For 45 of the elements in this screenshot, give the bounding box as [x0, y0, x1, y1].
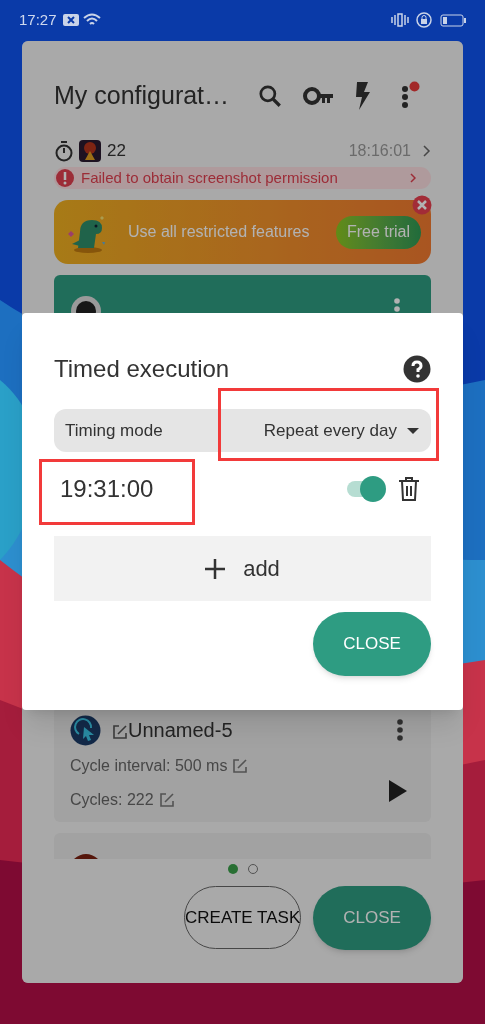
time-value[interactable]: 19:31:00 — [60, 471, 154, 507]
edit-icon[interactable] — [159, 793, 174, 807]
vibrate-icon — [390, 13, 410, 27]
help-icon[interactable] — [403, 355, 431, 383]
chevron-right-icon — [410, 173, 416, 183]
task-card[interactable] — [54, 275, 431, 314]
play-icon[interactable] — [389, 780, 407, 802]
task-name: Unnamed-5 — [128, 718, 233, 743]
key-icon[interactable] — [303, 86, 335, 106]
task-setting: Cycles: 222 — [70, 790, 154, 810]
task-setting: Cycle interval: 500 ms — [70, 756, 228, 776]
error-text: Failed to obtain screenshot permission — [81, 167, 338, 188]
create-task-button[interactable]: CREATE TASK — [184, 886, 301, 949]
stopwatch-icon — [54, 140, 74, 162]
alert-icon — [55, 168, 75, 188]
battery-icon — [440, 13, 466, 27]
dropdown-arrow-icon — [407, 427, 419, 434]
cursor-click-icon — [70, 714, 101, 746]
trash-icon[interactable] — [398, 476, 420, 502]
more-icon[interactable] — [393, 298, 401, 312]
timing-mode-value: Repeat every day — [263, 419, 397, 442]
dialog-title: Timed execution — [54, 354, 230, 384]
search-icon[interactable] — [257, 83, 283, 109]
edit-icon[interactable] — [233, 759, 248, 773]
game-icon — [74, 853, 98, 859]
timing-mode-dropdown[interactable]: Timing mode Repeat every day — [54, 409, 431, 452]
lightning-icon[interactable] — [353, 82, 371, 110]
toggle-switch[interactable] — [345, 475, 387, 503]
add-button[interactable]: add — [54, 536, 431, 601]
app-title: My configurat… — [54, 80, 231, 112]
chevron-right-icon[interactable] — [423, 145, 431, 157]
more-icon[interactable] — [396, 719, 404, 741]
close-icon[interactable] — [412, 195, 432, 215]
notification-dot — [409, 81, 420, 92]
wifi-icon — [82, 13, 101, 27]
more-icon[interactable] — [401, 85, 409, 109]
close-button[interactable]: CLOSE — [313, 612, 431, 676]
plus-icon — [205, 558, 226, 579]
status-time: 17:27 — [19, 9, 57, 30]
timing-mode-label: Timing mode — [65, 419, 163, 442]
task-time: 18:16:01 — [348, 141, 411, 161]
game-icon — [79, 140, 101, 162]
edit-icon[interactable] — [113, 725, 127, 739]
promo-text: Use all restricted features — [128, 222, 310, 242]
task-count: 22 — [107, 140, 126, 163]
